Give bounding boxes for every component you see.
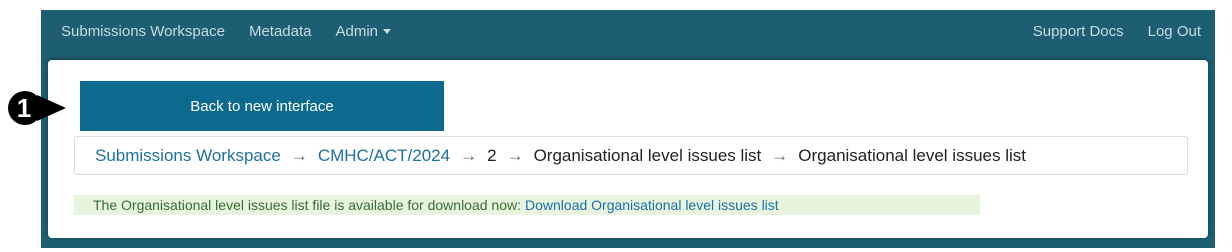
breadcrumb-arrow-icon: → — [290, 145, 308, 165]
app-frame: Submissions Workspace Metadata Admin Sup… — [41, 10, 1215, 248]
breadcrumb-submissions-workspace[interactable]: Submissions Workspace — [95, 146, 281, 166]
navbar-right: Support Docs Log Out — [1021, 23, 1215, 40]
download-notice-text: The Organisational level issues list fil… — [93, 197, 521, 213]
nav-metadata[interactable]: Metadata — [237, 23, 324, 40]
nav-support-docs[interactable]: Support Docs — [1021, 23, 1136, 40]
breadcrumb-item-issues-list: Organisational level issues list — [533, 145, 762, 165]
breadcrumb: Submissions Workspace → CMHC/ACT/2024 → … — [74, 136, 1188, 175]
nav-log-out[interactable]: Log Out — [1136, 23, 1215, 40]
caret-down-icon — [383, 29, 392, 35]
nav-admin-label: Admin — [335, 22, 379, 40]
content-panel: Back to new interface Submissions Worksp… — [48, 60, 1208, 238]
back-to-new-interface-button[interactable]: Back to new interface — [80, 81, 444, 131]
step-marker-number: 1 — [17, 93, 31, 123]
nav-submissions-workspace[interactable]: Submissions Workspace — [41, 23, 237, 40]
breadcrumb-item-2: 2 — [487, 145, 497, 165]
breadcrumb-cmhc-act-2024[interactable]: CMHC/ACT/2024 — [318, 146, 450, 166]
step-marker-1-icon: 1 — [8, 91, 66, 125]
breadcrumb-arrow-icon: → — [460, 145, 478, 165]
nav-admin-dropdown[interactable]: Admin — [324, 23, 404, 40]
breadcrumb-arrow-icon: → — [506, 145, 524, 165]
breadcrumb-current-page: Organisational level issues list — [798, 145, 1026, 165]
breadcrumb-arrow-icon: → — [771, 145, 789, 165]
navbar-left: Submissions Workspace Metadata Admin — [41, 23, 403, 40]
download-notice: The Organisational level issues list fil… — [74, 195, 980, 215]
download-issues-list-link[interactable]: Download Organisational level issues lis… — [525, 197, 779, 213]
top-navbar: Submissions Workspace Metadata Admin Sup… — [41, 10, 1215, 52]
